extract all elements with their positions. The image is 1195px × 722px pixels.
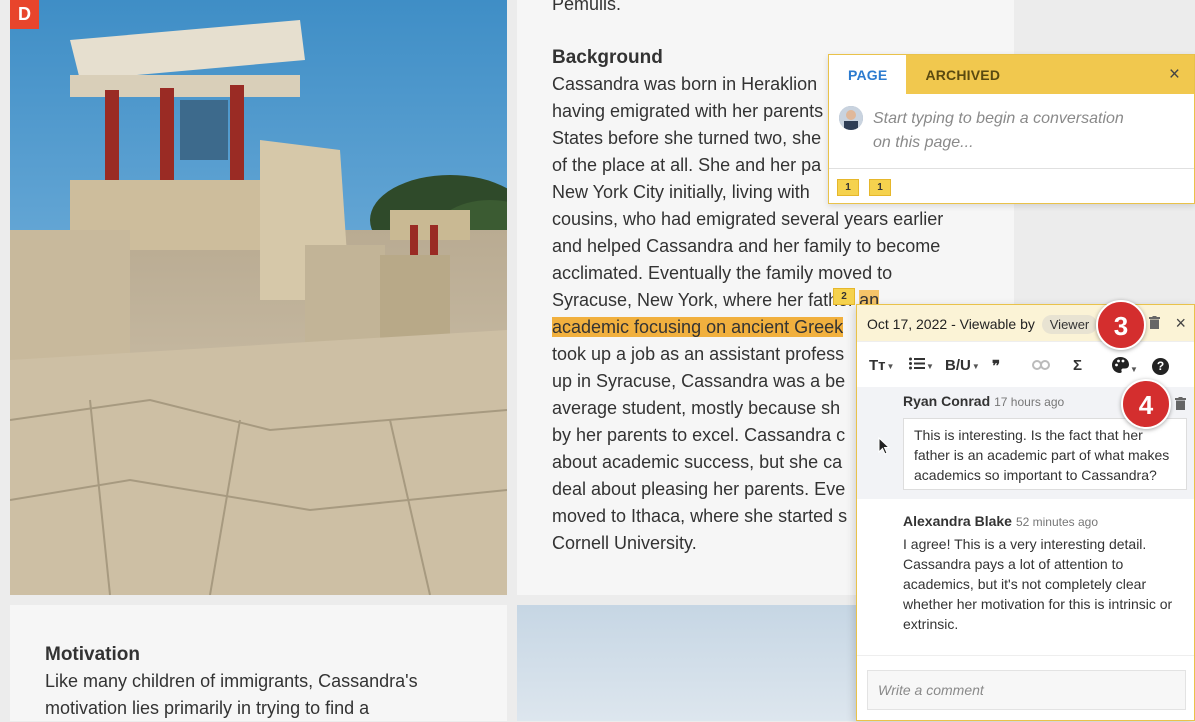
comment-item: Alexandra Blake 52 minutes ago I agree! T…	[903, 513, 1187, 634]
motivation-heading: Motivation	[45, 644, 140, 665]
article-line: acclimated. Eventually the family moved …	[552, 263, 893, 283]
help-icon: ?	[1152, 358, 1169, 375]
comment-badges: 1 1	[829, 168, 1194, 205]
hero-photo	[10, 0, 507, 595]
close-icon[interactable]: ×	[1169, 65, 1180, 84]
trash-icon[interactable]	[1175, 397, 1186, 415]
comment-author: Alexandra Blake	[903, 513, 1012, 529]
bold-underline-label: B/U	[945, 357, 971, 374]
text-size-icon: Tт	[869, 357, 886, 374]
highlighted-text[interactable]: academic focusing on ancient Greek	[552, 317, 844, 337]
list-icon	[909, 357, 925, 370]
top-fragment: Pemulis.	[552, 0, 622, 14]
user-avatar-icon	[839, 106, 863, 130]
thread-meta: Oct 17, 2022 - Viewable by Viewer	[867, 315, 1098, 334]
mouse-cursor-icon	[878, 436, 891, 460]
step-marker-3: 3	[1096, 300, 1146, 350]
avatar	[839, 106, 863, 130]
comment-count-marker[interactable]: 2	[833, 288, 855, 305]
comment-thread-panel: Oct 17, 2022 - Viewable by Viewer × Tт▼ …	[856, 304, 1195, 721]
tab-page[interactable]: PAGE	[829, 55, 907, 94]
comment-body: I agree! This is a very interesting deta…	[903, 536, 1173, 632]
comment-author: Ryan Conrad	[903, 393, 991, 409]
article-line: cousins, who had emigrated several years…	[552, 209, 944, 229]
trash-icon[interactable]	[1149, 316, 1160, 332]
page-conversation-panel: PAGE ARCHIVED × Start typing to begin a …	[828, 54, 1195, 204]
close-icon[interactable]: ×	[1175, 313, 1186, 334]
motivation-card: Motivation Like many children of immigra…	[10, 605, 507, 721]
comment-header: Ryan Conrad 17 hours ago	[903, 393, 1064, 409]
comment-time: 52 minutes ago	[1015, 515, 1099, 529]
format-button[interactable]: B/U▼	[945, 357, 980, 374]
article-line: and helped Cassandra and her family to b…	[552, 236, 941, 256]
divider	[857, 655, 1194, 656]
write-comment-input[interactable]: Write a comment	[867, 670, 1186, 710]
sigma-icon: Σ	[1073, 357, 1083, 374]
app-logo[interactable]: D	[10, 0, 39, 29]
help-button[interactable]: ?	[1152, 357, 1169, 375]
motivation-line: Like many children of immigrants, Cassan…	[45, 671, 418, 691]
sky-photo	[517, 605, 857, 721]
viewer-chip[interactable]: Viewer	[1041, 315, 1098, 334]
background-heading: Background	[552, 47, 663, 68]
motivation-line: motivation lies primarily in trying to f…	[45, 698, 370, 718]
link-button[interactable]	[1032, 357, 1050, 374]
comment-badge[interactable]: 1	[837, 179, 859, 196]
color-button[interactable]: ▼	[1112, 357, 1138, 377]
quote-icon: ❞	[992, 358, 1001, 375]
comment-time: 17 hours ago	[994, 395, 1065, 409]
thread-date: Oct 17, 2022	[867, 316, 948, 332]
tab-archived[interactable]: ARCHIVED	[906, 55, 1019, 94]
comment-badge[interactable]: 1	[869, 179, 891, 196]
text-size-button[interactable]: Tт▼	[869, 357, 894, 374]
list-button[interactable]: ▼	[909, 357, 934, 374]
palette-icon	[1112, 357, 1129, 373]
viewable-label: - Viewable by	[951, 316, 1035, 332]
quote-button[interactable]: ❞	[992, 357, 1000, 375]
link-icon	[1032, 360, 1050, 370]
panel-tabs: PAGE ARCHIVED ×	[829, 55, 1194, 94]
comment-header: Alexandra Blake 52 minutes ago	[903, 513, 1187, 529]
article-line-text: Syracuse, New York, where her father	[552, 290, 860, 310]
step-marker-4: 4	[1121, 379, 1171, 429]
formula-button[interactable]: Σ	[1073, 357, 1082, 374]
conversation-input[interactable]: Start typing to begin a conversation on …	[873, 107, 1143, 155]
palace-ruins-image	[10, 0, 507, 595]
